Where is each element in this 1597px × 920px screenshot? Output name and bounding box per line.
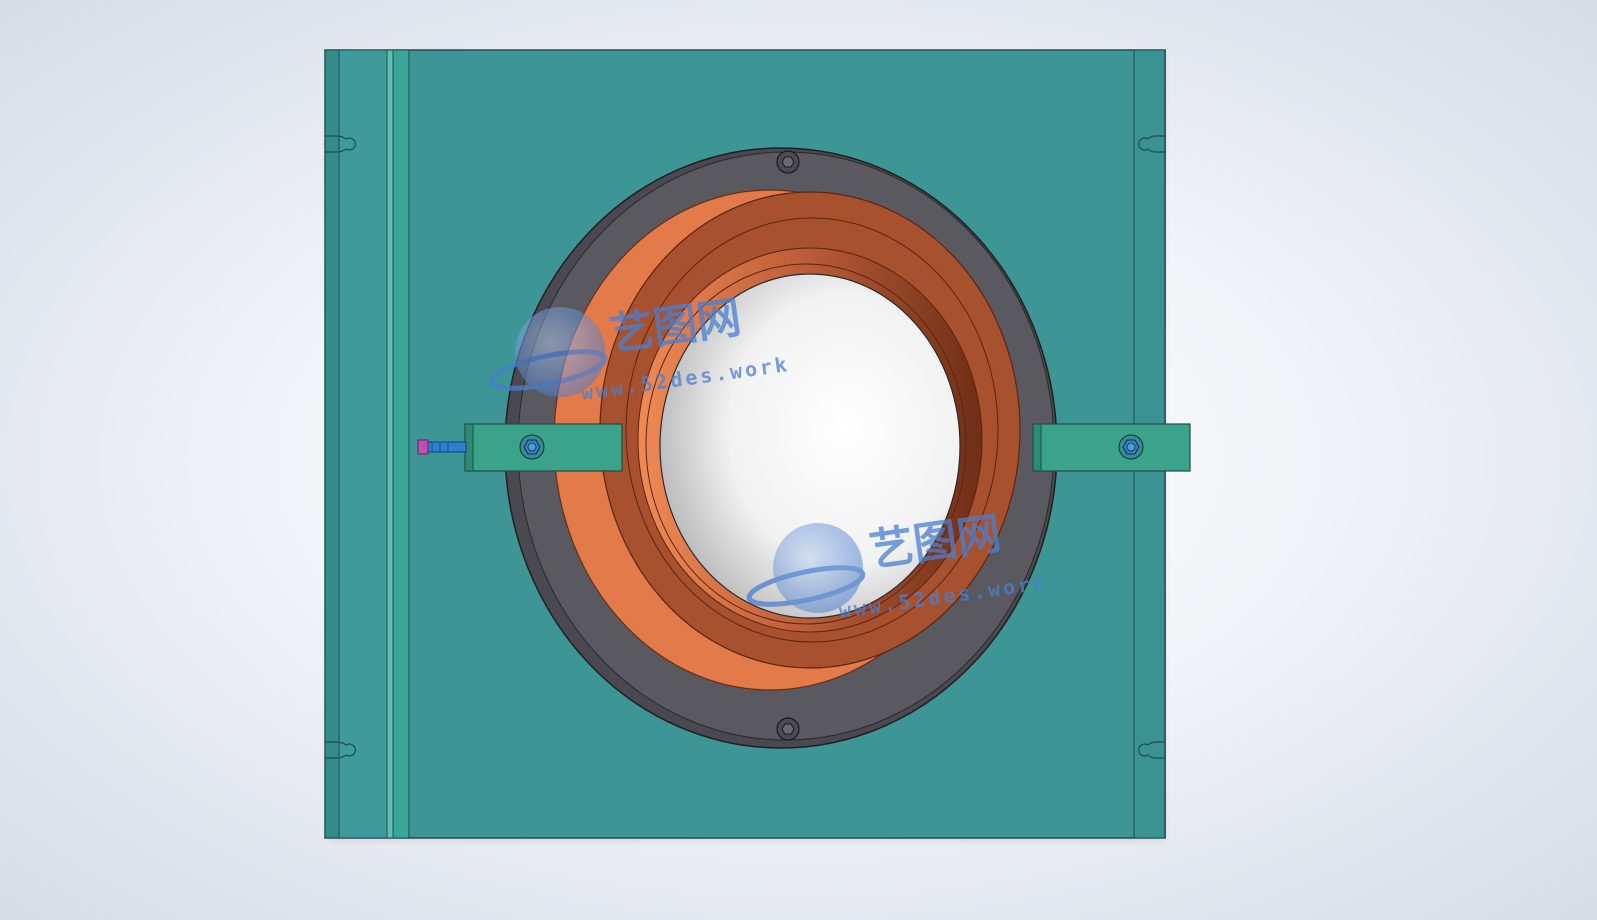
adjusting-screw[interactable]: [417, 439, 467, 455]
screw-head: [417, 439, 429, 455]
flange-screw-top[interactable]: [776, 150, 800, 174]
model-canvas[interactable]: 艺图网 www.52des.work 艺图网 www.52des.work: [0, 0, 1597, 920]
bracket-nut-left[interactable]: [519, 434, 545, 460]
flange-screw-bottom[interactable]: [776, 717, 800, 741]
cad-model-viewport[interactable]: 艺图网 www.52des.work 艺图网 www.52des.work: [0, 0, 1597, 920]
clamp-bracket-right[interactable]: [1032, 423, 1191, 472]
bracket-nut-right[interactable]: [1118, 434, 1144, 460]
left-rail-highlight: [386, 49, 394, 839]
left-rail: [338, 49, 388, 839]
left-rail-inner: [392, 49, 410, 839]
left-edge-strip: [324, 49, 340, 839]
